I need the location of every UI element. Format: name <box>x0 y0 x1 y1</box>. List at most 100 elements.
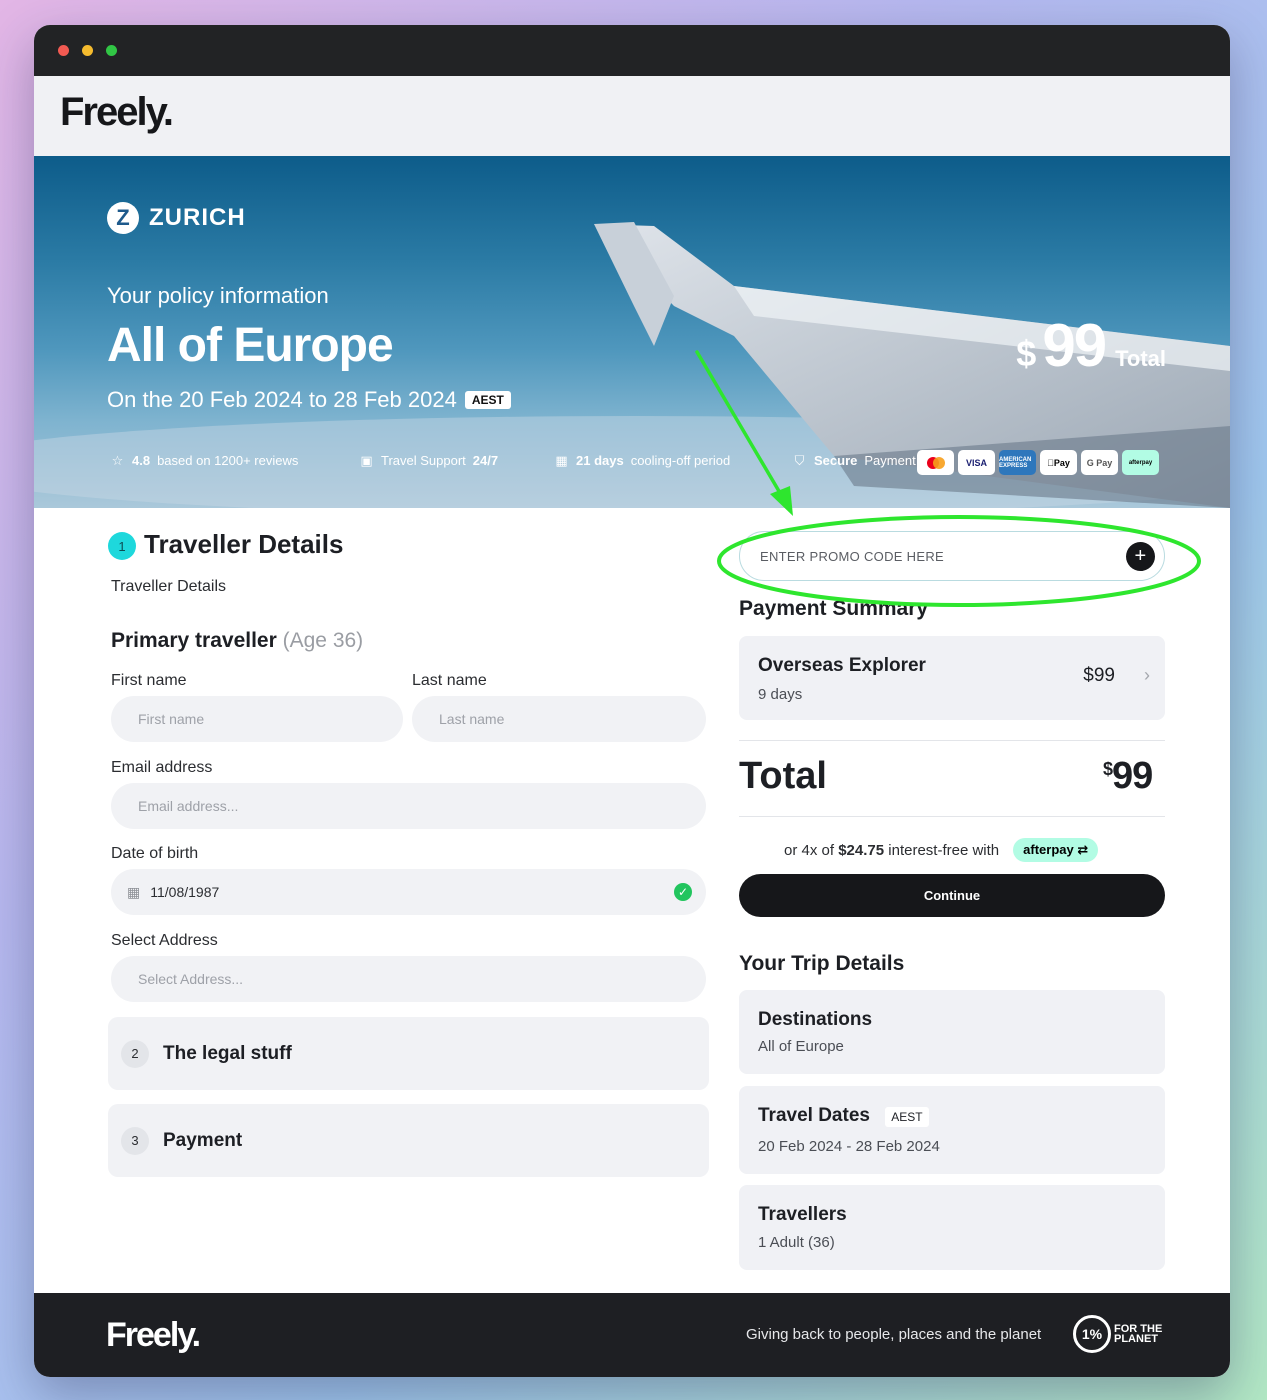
site-header: Freely. <box>34 76 1230 156</box>
close-window-button[interactable] <box>58 45 69 56</box>
add-promo-button[interactable]: + <box>1126 542 1155 571</box>
cooling-value: 21 days <box>576 453 624 468</box>
step-payment-accordion[interactable]: 3 Payment <box>108 1104 709 1177</box>
calendar-icon: ▦ <box>127 883 141 900</box>
afterpay-card-icon: afterpay <box>1122 450 1159 475</box>
rating-value: 4.8 <box>132 453 151 468</box>
step-legal-accordion[interactable]: 2 The legal stuff <box>108 1017 709 1090</box>
hero-subtitle: Your policy information <box>107 283 329 308</box>
policy-hero: Z ZURICH Your policy information All of … <box>34 156 1230 508</box>
last-name-label: Last name <box>412 672 487 689</box>
destinations-card: Destinations All of Europe <box>739 990 1165 1074</box>
continue-button[interactable]: Continue <box>739 874 1165 917</box>
plan-price: $99 <box>1083 665 1115 686</box>
afterpay-logo: afterpay ⇄ <box>1013 838 1099 862</box>
travel-dates-label: Travel Dates <box>758 1105 870 1126</box>
shield-icon: ⛉ <box>794 452 805 468</box>
timezone-badge: AEST <box>464 391 511 409</box>
apple-pay-icon: Pay <box>1040 450 1077 475</box>
zurich-z-icon: Z <box>107 202 139 234</box>
divider <box>739 740 1165 741</box>
step-3-number: 3 <box>121 1126 149 1155</box>
rating-badge: ☆ 4.8 based on 1200+ reviews <box>110 452 299 469</box>
apple-pay-text: Pay <box>1050 457 1070 468</box>
secure-text: Payment <box>864 453 916 468</box>
dob-value: 11/08/1987 <box>150 884 220 900</box>
address-label: Select Address <box>111 932 218 949</box>
browser-window: Freely. Z ZURICH Your policy information… <box>34 25 1230 1377</box>
site-footer: Freely. Giving back to people, places an… <box>34 1293 1230 1377</box>
insurer-name: ZURICH <box>149 204 246 231</box>
support-icon: ▣ <box>360 452 373 468</box>
total-label: Total <box>739 755 827 797</box>
policy-dates-text: On the 20 Feb 2024 to 28 Feb 2024 <box>107 387 457 412</box>
afterpay-offer: or 4x of $24.75 interest-free with after… <box>784 838 1099 862</box>
primary-traveller-heading: Primary traveller (Age 36) <box>111 629 363 653</box>
support-text: Travel Support <box>381 453 466 468</box>
price-amount: 99 <box>1042 312 1107 379</box>
afterpay-amount: $24.75 <box>838 841 885 859</box>
support-value: 24/7 <box>472 453 499 468</box>
minimize-window-button[interactable] <box>82 45 93 56</box>
footer-tagline: Giving back to people, places and the pl… <box>746 1326 1042 1343</box>
plan-days: 9 days <box>758 686 803 703</box>
step-2-title: The legal stuff <box>163 1042 292 1064</box>
afterpay-prefix: or 4x of <box>784 841 835 859</box>
destinations-label: Destinations <box>758 1009 873 1030</box>
traveller-details-subtitle: Traveller Details <box>111 578 226 595</box>
one-percent-planet-logo: 1% FOR THE PLANET <box>1073 1315 1162 1353</box>
chevron-right-icon: › <box>1144 665 1150 685</box>
policy-title: All of Europe <box>107 319 394 372</box>
total-currency: $ <box>1103 759 1113 779</box>
travel-dates-tz: AEST <box>885 1107 929 1127</box>
travellers-label: Travellers <box>758 1204 847 1225</box>
dob-input[interactable]: ▦ 11/08/1987 ✓ <box>111 869 706 915</box>
price-currency: $ <box>1016 333 1037 374</box>
secure-payment-badge: ⛉ Secure Payment <box>792 452 916 469</box>
calendar-icon: ▦ <box>555 452 568 468</box>
primary-traveller-age: (Age 36) <box>282 629 364 652</box>
email-input[interactable]: Email address... <box>111 783 706 829</box>
secure-bold: Secure <box>814 453 858 468</box>
valid-check-icon: ✓ <box>674 883 692 901</box>
footer-logo[interactable]: Freely. <box>106 1316 201 1355</box>
last-name-input[interactable]: Last name <box>412 696 706 742</box>
freely-logo[interactable]: Freely. <box>60 90 174 135</box>
afterpay-suffix: interest-free with <box>888 841 1000 859</box>
total-value: 99 <box>1112 755 1153 797</box>
plan-name: Overseas Explorer <box>758 655 926 676</box>
payment-methods: VISA AMERICAN EXPRESS Pay G Pay afterpa… <box>917 450 1159 475</box>
dob-label: Date of birth <box>111 845 199 862</box>
amex-icon: AMERICAN EXPRESS <box>999 450 1036 475</box>
plan-card[interactable]: Overseas Explorer 9 days $99 › <box>739 636 1165 720</box>
step-3-title: Payment <box>163 1129 243 1151</box>
email-label: Email address <box>111 759 213 776</box>
mastercard-icon <box>917 450 954 475</box>
primary-traveller-label: Primary traveller <box>111 629 277 652</box>
star-icon: ☆ <box>111 452 124 468</box>
step-2-number: 2 <box>121 1039 149 1068</box>
hero-price: $ 99 Total <box>1016 311 1166 380</box>
window-titlebar <box>34 25 1230 76</box>
destinations-value: All of Europe <box>758 1038 844 1055</box>
travellers-card: Travellers 1 Adult (36) <box>739 1185 1165 1270</box>
policy-dates: On the 20 Feb 2024 to 28 Feb 2024 AEST <box>107 387 511 413</box>
promo-placeholder: ENTER PROMO CODE HERE <box>760 548 944 564</box>
address-select[interactable]: Select Address... <box>111 956 706 1002</box>
price-label: Total <box>1115 346 1166 371</box>
first-name-input[interactable]: First name <box>111 696 403 742</box>
step-1-indicator: 1 <box>108 532 136 560</box>
support-badge: ▣ Travel Support 24/7 <box>359 452 499 469</box>
travel-dates-value: 20 Feb 2024 - 28 Feb 2024 <box>758 1138 940 1155</box>
cooling-off-badge: ▦ 21 days cooling-off period <box>554 452 731 469</box>
cooling-text: cooling-off period <box>630 453 731 468</box>
afterpay-badge-text: afterpay <box>1023 842 1074 857</box>
total-amount: $99 <box>1103 755 1153 798</box>
first-name-label: First name <box>111 672 187 689</box>
trip-details-heading: Your Trip Details <box>739 952 905 975</box>
travellers-value: 1 Adult (36) <box>758 1234 835 1251</box>
maximize-window-button[interactable] <box>106 45 117 56</box>
zurich-logo: Z ZURICH <box>107 202 246 234</box>
ftp-line2: PLANET <box>1114 1333 1158 1345</box>
promo-code-input[interactable]: ENTER PROMO CODE HERE + <box>739 531 1165 581</box>
